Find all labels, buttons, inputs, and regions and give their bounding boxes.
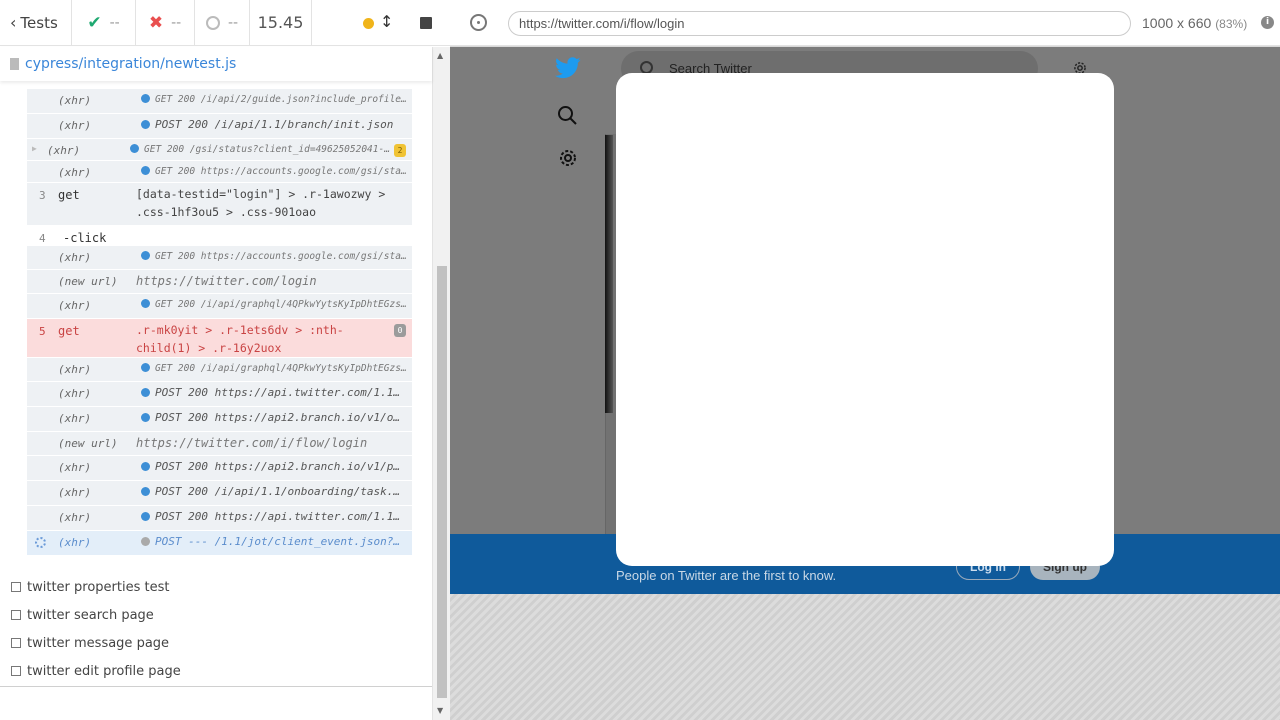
command-row[interactable]: (xhr) GET 200 https://accounts.google.co…: [27, 161, 412, 183]
cypress-runner: ‹ Tests ✔ -- ✖ -- -- 15.45 ↕ cypress/int…: [0, 0, 1280, 720]
run-controls: ↕: [312, 0, 450, 45]
command-row[interactable]: (xhr) POST 200 https://api.twitter.com/1…: [27, 506, 412, 531]
divider: [0, 686, 432, 687]
expand-caret-icon[interactable]: ▶: [32, 144, 37, 153]
command-row[interactable]: 3 get [data-testid="login"] > .r-1awozwy…: [27, 183, 412, 226]
scroll-thumb[interactable]: [437, 266, 447, 698]
test-status-icon: [11, 666, 21, 676]
xhr-status-icon: [141, 462, 150, 471]
test-status-icon: [11, 638, 21, 648]
reporter-header: ‹ Tests ✔ -- ✖ -- -- 15.45 ↕: [0, 0, 450, 46]
command-row[interactable]: (xhr) GET 200 /i/api/graphql/4QPkwYytsKy…: [27, 358, 412, 382]
stop-icon[interactable]: [420, 17, 432, 29]
auto-scroll-toggle-icon[interactable]: ↕: [380, 12, 393, 31]
count-badge: 0: [394, 324, 406, 337]
command-row-failed[interactable]: 5 get .r-mk0yit > .r-1ets6dv > :nth-chil…: [27, 319, 412, 358]
scroll-down-icon[interactable]: ▼: [437, 706, 443, 715]
command-row[interactable]: (xhr) POST 200 /i/api/1.1/branch/init.js…: [27, 114, 412, 139]
tests-label: Tests: [20, 13, 58, 32]
xhr-status-icon: [141, 388, 150, 397]
xhr-status-icon: [130, 144, 139, 153]
xhr-status-icon: [141, 413, 150, 422]
test-item[interactable]: twitter properties test: [0, 573, 432, 601]
xhr-status-icon: [141, 512, 150, 521]
command-row[interactable]: (xhr) GET 200 /i/api/2/guide.json?includ…: [27, 89, 412, 114]
selector-playground-icon[interactable]: [470, 14, 487, 31]
twitter-logo-icon[interactable]: [555, 57, 581, 79]
spec-path-bar: cypress/integration/newtest.js: [0, 47, 432, 81]
banner-text: People on Twitter are the first to know.: [616, 568, 837, 583]
command-row[interactable]: (xhr) POST 200 https://api.twitter.com/1…: [27, 382, 412, 407]
circle-icon: [205, 15, 220, 30]
running-indicator-icon: [363, 18, 374, 29]
command-row[interactable]: (xhr) GET 200 /i/api/graphql/4QPkwYytsKy…: [27, 294, 412, 319]
duration: 15.45: [250, 0, 312, 45]
command-row[interactable]: (xhr) GET 200 https://accounts.google.co…: [27, 246, 412, 270]
x-icon: ✖: [148, 12, 164, 33]
reporter-panel: ‹ Tests ✔ -- ✖ -- -- 15.45 ↕ cypress/int…: [0, 0, 450, 720]
url-field[interactable]: https://twitter.com/i/flow/login: [508, 11, 1131, 36]
viewport-background: [450, 594, 1280, 720]
viewport-size: 1000 x 660 (83%): [1142, 15, 1248, 31]
test-list: twitter properties test twitter search p…: [0, 573, 432, 685]
check-icon: ✔: [87, 12, 102, 33]
passed-count: --: [109, 14, 120, 31]
command-row-pending[interactable]: (xhr) POST --- /1.1/jot/client_event.jso…: [27, 531, 412, 556]
count-badge: 2: [394, 144, 406, 157]
command-row[interactable]: (new url) https://twitter.com/login: [27, 270, 412, 294]
twitter-page: Search Twitter People on Twitter are the…: [450, 47, 1280, 594]
scroll-up-icon[interactable]: ▲: [437, 51, 443, 60]
info-icon[interactable]: i: [1261, 16, 1274, 29]
xhr-status-icon: [141, 251, 150, 260]
search-icon[interactable]: [557, 105, 577, 125]
xhr-status-icon: [141, 363, 150, 372]
reporter-scrollbar[interactable]: ▲ ▼: [432, 47, 450, 720]
failed-count: --: [171, 14, 182, 31]
test-status-icon: [11, 582, 21, 592]
spec-path-link[interactable]: cypress/integration/newtest.js: [25, 56, 236, 72]
browser-toolbar: https://twitter.com/i/flow/login 1000 x …: [450, 0, 1280, 46]
command-row[interactable]: (xhr) POST 200 /i/api/1.1/onboarding/tas…: [27, 481, 412, 506]
command-row[interactable]: (xhr) POST 200 https://api2.branch.io/v1…: [27, 456, 412, 481]
login-modal: [616, 73, 1114, 566]
xhr-status-icon: [141, 120, 150, 129]
test-item[interactable]: twitter edit profile page: [0, 657, 432, 685]
pending-stat: --: [195, 0, 250, 45]
xhr-status-icon: [141, 487, 150, 496]
app-preview: https://twitter.com/i/flow/login 1000 x …: [450, 0, 1280, 720]
test-item[interactable]: twitter search page: [0, 601, 432, 629]
chevron-left-icon: ‹: [10, 13, 17, 32]
gear-icon[interactable]: [557, 147, 579, 169]
test-item[interactable]: twitter message page: [0, 629, 432, 657]
xhr-status-icon: [141, 299, 150, 308]
tests-button[interactable]: ‹ Tests: [0, 0, 72, 45]
xhr-status-icon: [141, 94, 150, 103]
command-row[interactable]: ▶ (xhr) GET 200 /gsi/status?client_id=49…: [27, 139, 412, 161]
media-image: [605, 135, 613, 413]
command-row[interactable]: (xhr) POST 200 https://api2.branch.io/v1…: [27, 407, 412, 432]
xhr-status-icon: [141, 166, 150, 175]
spinner-icon: [35, 537, 46, 548]
xhr-status-icon: [141, 537, 150, 546]
file-icon: [10, 58, 19, 70]
passed-stat: ✔ --: [72, 0, 136, 45]
pending-count: --: [227, 14, 239, 31]
failed-stat: ✖ --: [136, 0, 195, 45]
command-log: (xhr) GET 200 /i/api/2/guide.json?includ…: [27, 81, 412, 556]
test-status-icon: [11, 610, 21, 620]
command-row[interactable]: (new url) https://twitter.com/i/flow/log…: [27, 432, 412, 456]
